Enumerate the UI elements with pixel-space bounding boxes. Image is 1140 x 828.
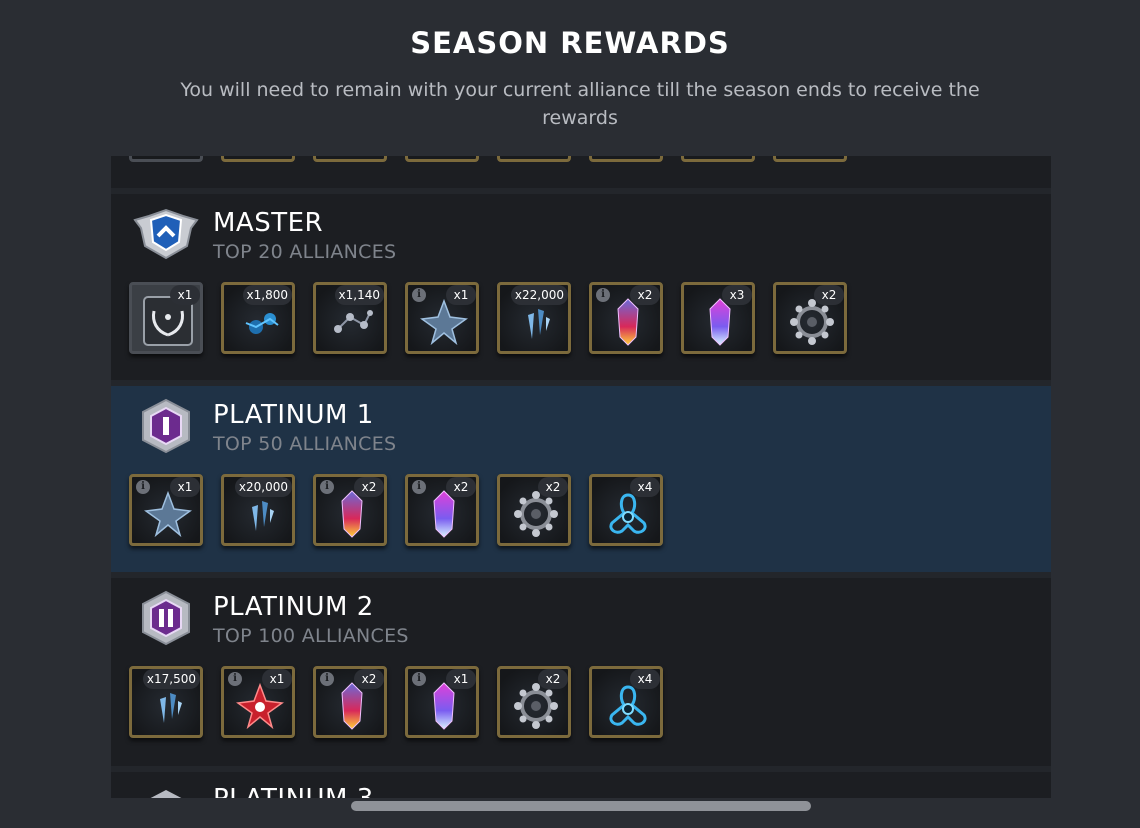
tier-rank: MASTER: [213, 208, 324, 238]
reward-item[interactable]: i x1: [221, 666, 295, 738]
reward-quantity: x2: [538, 669, 568, 689]
reward-item[interactable]: x3: [681, 282, 755, 354]
reward-item[interactable]: i x1: [405, 666, 479, 738]
tier-row-platinum-1[interactable]: PLATINUM 1 TOP 50 ALLIANCES i x1 x20,000…: [111, 386, 1051, 572]
reward-quantity: x17,500: [142, 669, 200, 689]
reward-item[interactable]: x22,000: [497, 282, 571, 354]
page-title: SEASON REWARDS: [410, 26, 730, 60]
reward-quantity: x2: [538, 477, 568, 497]
reward-item[interactable]: i x1: [129, 474, 203, 546]
reward-quantity: x1: [170, 477, 200, 497]
tier-row-platinum-2[interactable]: PLATINUM 2 TOP 100 ALLIANCES x17,500 i x…: [111, 578, 1051, 766]
reward-item[interactable]: x2: [497, 474, 571, 546]
reward-quantity: x1,800: [242, 285, 292, 305]
reward-item[interactable]: x2: [497, 666, 571, 738]
reward-item[interactable]: i x2: [313, 666, 387, 738]
tier-rank: PLATINUM 1: [213, 400, 374, 430]
reward-item[interactable]: i x1: [405, 282, 479, 354]
reward-quantity: x2: [630, 285, 660, 305]
previous-tier-row: [111, 156, 1051, 188]
reward-quantity: x1: [446, 669, 476, 689]
reward-quantity: x1: [170, 285, 200, 305]
platinum-iii-badge-icon: [150, 790, 182, 798]
tier-rank: PLATINUM 2: [213, 592, 374, 622]
tier-requirement: TOP 50 ALLIANCES: [213, 433, 397, 455]
reward-item[interactable]: x4: [589, 666, 663, 738]
platinum-ii-badge-icon: [142, 590, 190, 646]
reward-quantity: x4: [630, 477, 660, 497]
reward-item[interactable]: x1,800: [221, 282, 295, 354]
reward-item[interactable]: i x2: [313, 474, 387, 546]
reward-quantity: x2: [354, 669, 384, 689]
reward-quantity: x1: [446, 285, 476, 305]
reward-quantity: x2: [354, 477, 384, 497]
tier-rank: PLATINUM 3: [213, 784, 374, 798]
reward-quantity: x22,000: [510, 285, 568, 305]
reward-quantity: x1: [262, 669, 292, 689]
tier-requirement: TOP 100 ALLIANCES: [213, 625, 409, 647]
platinum-i-badge-icon: [142, 398, 190, 454]
reward-item[interactable]: x4: [589, 474, 663, 546]
tier-requirement: TOP 20 ALLIANCES: [213, 241, 397, 263]
reward-quantity: x2: [814, 285, 844, 305]
reward-item[interactable]: i x2: [589, 282, 663, 354]
page-subtitle: You will need to remain with your curren…: [180, 79, 980, 129]
reward-item[interactable]: x2: [773, 282, 847, 354]
tier-row-platinum-3[interactable]: PLATINUM 3: [111, 772, 1051, 798]
master-shield-icon: [133, 208, 199, 260]
reward-quantity: x4: [630, 669, 660, 689]
reward-item[interactable]: x1,140: [313, 282, 387, 354]
reward-quantity: x1,140: [334, 285, 384, 305]
tier-row-master[interactable]: MASTER TOP 20 ALLIANCES x1 x1,800 x1,140…: [111, 194, 1051, 380]
reward-item[interactable]: i x2: [405, 474, 479, 546]
reward-quantity: x2: [446, 477, 476, 497]
horizontal-scrollbar[interactable]: [351, 801, 811, 811]
reward-quantity: x3: [722, 285, 752, 305]
reward-item[interactable]: x20,000: [221, 474, 295, 546]
reward-quantity: x20,000: [234, 477, 292, 497]
reward-item[interactable]: x17,500: [129, 666, 203, 738]
rewards-list[interactable]: MASTER TOP 20 ALLIANCES x1 x1,800 x1,140…: [111, 156, 1051, 798]
reward-item[interactable]: x1: [129, 282, 203, 354]
